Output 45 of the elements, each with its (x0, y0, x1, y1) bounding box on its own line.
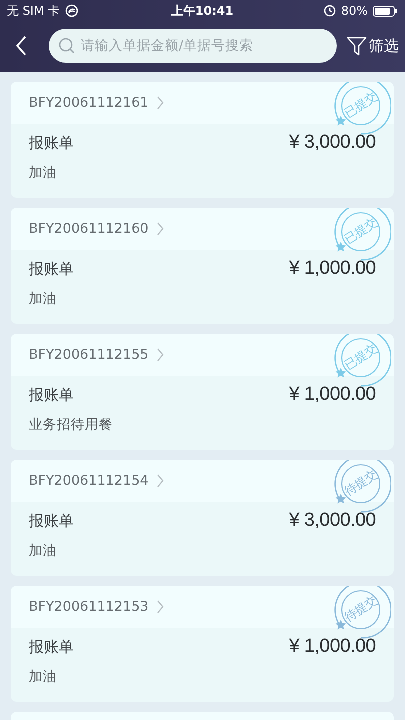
bill-card[interactable]: BFY20061112160 报账单 ¥ 1,000.00 加油 已提交 (11, 208, 394, 324)
bill-number: BFY20061112161 (29, 95, 149, 111)
search-icon (59, 38, 75, 54)
bill-type: 报账单 (29, 260, 74, 278)
bill-type: 报账单 (29, 134, 74, 152)
stamp-label: 已提交 (342, 214, 380, 248)
bill-description: 加油 (29, 542, 58, 560)
bill-number: BFY20061112155 (29, 347, 149, 363)
bill-amount: ¥ 1,000.00 (289, 384, 376, 406)
bill-amount: ¥ 1,000.00 (289, 636, 376, 658)
bill-type: 报账单 (29, 512, 74, 530)
back-icon (16, 36, 27, 56)
bill-description: 业务招待用餐 (29, 416, 114, 434)
bill-type: 报账单 (29, 638, 74, 656)
bill-amount: ¥ 1,000.00 (289, 258, 376, 280)
carrier-label: 无 SIM 卡 (7, 2, 60, 20)
bill-amount: ¥ 3,000.00 (289, 132, 376, 154)
chevron-icon (156, 600, 164, 614)
bill-description: 加油 (29, 164, 58, 182)
bill-description: 加油 (29, 290, 58, 308)
bill-card[interactable]: BFY20061112161 报账单 ¥ 3,000.00 加油 已提交 (11, 82, 394, 198)
bill-number: BFY20061112160 (29, 221, 149, 237)
stamp-label: 已提交 (342, 88, 380, 122)
chevron-icon (156, 348, 164, 362)
bill-card[interactable]: BFY20061112154 报账单 ¥ 3,000.00 加油 待提交 (11, 460, 394, 576)
battery-icon (373, 6, 398, 16)
battery-percent: 80% (341, 4, 368, 18)
bill-number: BFY20061112154 (29, 473, 149, 489)
stamp-label: 待提交 (342, 466, 380, 500)
bill-description: 加油 (29, 668, 58, 686)
search-field[interactable]: 请输入单据金额/单据号搜索 (49, 29, 337, 63)
bill-card[interactable]: BFY20061112153 报账单 ¥ 1,000.00 加油 待提交 (11, 586, 394, 702)
stamp-label: 已提交 (342, 340, 380, 374)
stamp-label: 待提交 (342, 592, 380, 626)
chevron-icon (156, 474, 164, 488)
filter-icon (347, 36, 367, 56)
bill-card[interactable]: BFY20061112155 报账单 ¥ 1,000.00 业务招待用餐 已提交 (11, 334, 394, 450)
filter-button[interactable]: 筛选 (347, 36, 399, 56)
bill-number: BFY20061112153 (29, 599, 149, 615)
bill-type: 报账单 (29, 386, 74, 404)
bill-amount: ¥ 3,000.00 (289, 510, 376, 532)
status-time: 上午10:41 (171, 2, 234, 20)
chevron-icon (156, 222, 164, 236)
back-button[interactable] (14, 34, 29, 58)
chevron-icon (156, 96, 164, 110)
